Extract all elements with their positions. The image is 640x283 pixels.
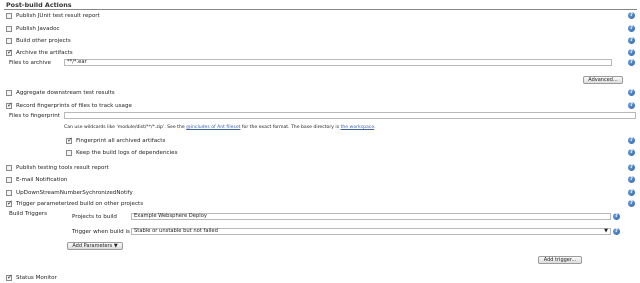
option-label: UpDownStreamNumberSychronizedNotify [16, 189, 133, 196]
option-label: Archive the artifacts [16, 49, 73, 56]
section-divider [4, 9, 637, 10]
checkbox-status-monitor[interactable] [6, 273, 13, 281]
option-label: Publish Javadoc [16, 25, 60, 32]
help-icon[interactable]: ? [613, 228, 620, 235]
trigger-when-select[interactable]: Stable or unstable but not failed ▼ [131, 228, 611, 235]
option-label: Record fingerprints of files to track us… [16, 102, 132, 109]
advanced-button[interactable]: Advanced... [583, 76, 623, 84]
help-icon[interactable]: ? [628, 149, 635, 156]
checkbox-record-fingerprints[interactable] [6, 101, 13, 109]
option-keep-build-logs[interactable]: Keep the build logs of dependencies [66, 148, 178, 157]
checkbox-archive-artifacts[interactable] [6, 48, 13, 56]
projects-to-build-input[interactable]: Example Websphere Deploy [131, 213, 611, 220]
build-triggers-label: Build Triggers [9, 211, 48, 217]
chevron-down-icon: ▼ [113, 243, 118, 249]
option-label: Fingerprint all archived artifacts [76, 137, 166, 144]
files-to-fingerprint-label: Files to fingerprint [9, 113, 60, 119]
option-publish-testing-tools[interactable]: Publish testing tools result report [6, 163, 109, 172]
help-icon[interactable]: ? [628, 137, 635, 144]
checkbox-email-notification[interactable] [6, 176, 12, 183]
checkbox-updownstream-notify[interactable] [6, 189, 12, 196]
help-icon[interactable]: ? [628, 12, 635, 19]
checkbox-trigger-parameterized[interactable] [6, 199, 13, 207]
option-fingerprint-all-archived[interactable]: Fingerprint all archived artifacts [66, 136, 165, 145]
fingerprint-hint-text: . [374, 125, 376, 130]
option-status-monitor[interactable]: Status Monitor [6, 273, 57, 282]
workspace-link[interactable]: the workspace [341, 125, 375, 130]
option-trigger-parameterized[interactable]: Trigger parameterized build on other pro… [6, 199, 143, 208]
add-parameters-label: Add Parameters [72, 243, 113, 249]
option-aggregate-downstream[interactable]: Aggregate downstream test results [6, 88, 115, 97]
option-label: Publish testing tools result report [16, 164, 109, 171]
checkbox-publish-testing-tools[interactable] [6, 164, 12, 171]
help-icon[interactable]: ? [628, 37, 635, 44]
trigger-when-value: Stable or unstable but not failed [134, 228, 218, 234]
option-publish-junit[interactable]: Publish JUnit test result report [6, 11, 100, 20]
files-to-archive-label: Files to archive [9, 60, 51, 66]
option-label: Keep the build logs of dependencies [76, 149, 178, 156]
option-label: Status Monitor [16, 274, 57, 281]
help-icon[interactable]: ? [628, 164, 635, 171]
fingerprint-hint-text: for the exact format. The base directory… [240, 125, 341, 130]
checkbox-publish-junit[interactable] [6, 12, 12, 19]
projects-to-build-label: Projects to build [72, 214, 117, 220]
checkbox-keep-build-logs[interactable] [66, 149, 72, 156]
option-publish-javadoc[interactable]: Publish Javadoc [6, 24, 60, 33]
help-icon[interactable]: ? [613, 213, 620, 220]
fingerprint-hint-text: Can use wildcards like 'module/dist/**/*… [64, 125, 187, 130]
checkbox-aggregate-downstream[interactable] [6, 89, 12, 96]
help-icon[interactable]: ? [628, 89, 635, 96]
option-label: Trigger parameterized build on other pro… [16, 200, 144, 207]
checkbox-publish-javadoc[interactable] [6, 25, 12, 32]
files-to-fingerprint-input[interactable] [64, 112, 636, 119]
option-email-notification[interactable]: E-mail Notification [6, 175, 67, 184]
help-icon[interactable]: ? [628, 49, 635, 56]
option-label: Build other projects [16, 37, 71, 44]
option-updownstream-notify[interactable]: UpDownStreamNumberSychronizedNotify [6, 188, 133, 197]
option-label: Publish JUnit test result report [16, 12, 100, 19]
fingerprint-hint: Can use wildcards like 'module/dist/**/*… [64, 125, 376, 130]
section-title: Post-build Actions [6, 1, 72, 9]
add-parameters-button[interactable]: Add Parameters ▼ [67, 242, 123, 250]
checkbox-build-other-projects[interactable] [6, 37, 12, 44]
checkbox-fingerprint-all-archived[interactable] [66, 136, 73, 144]
files-to-archive-input[interactable]: **/*.ear [64, 59, 612, 66]
ant-fileset-link[interactable]: @includes of Ant fileset [186, 125, 240, 130]
help-icon[interactable]: ? [628, 102, 635, 109]
help-icon[interactable]: ? [628, 59, 635, 66]
help-icon[interactable]: ? [628, 25, 635, 32]
option-label: E-mail Notification [16, 176, 68, 183]
help-icon[interactable]: ? [628, 200, 635, 207]
option-label: Aggregate downstream test results [16, 89, 115, 96]
add-trigger-button[interactable]: Add trigger... [538, 256, 582, 264]
trigger-when-label: Trigger when build is [72, 229, 130, 235]
option-build-other-projects[interactable]: Build other projects [6, 36, 71, 45]
option-archive-artifacts[interactable]: Archive the artifacts [6, 48, 73, 57]
option-record-fingerprints[interactable]: Record fingerprints of files to track us… [6, 101, 132, 110]
chevron-down-icon: ▼ [604, 228, 608, 234]
help-icon[interactable]: ? [628, 176, 635, 183]
help-icon[interactable]: ? [628, 189, 635, 196]
